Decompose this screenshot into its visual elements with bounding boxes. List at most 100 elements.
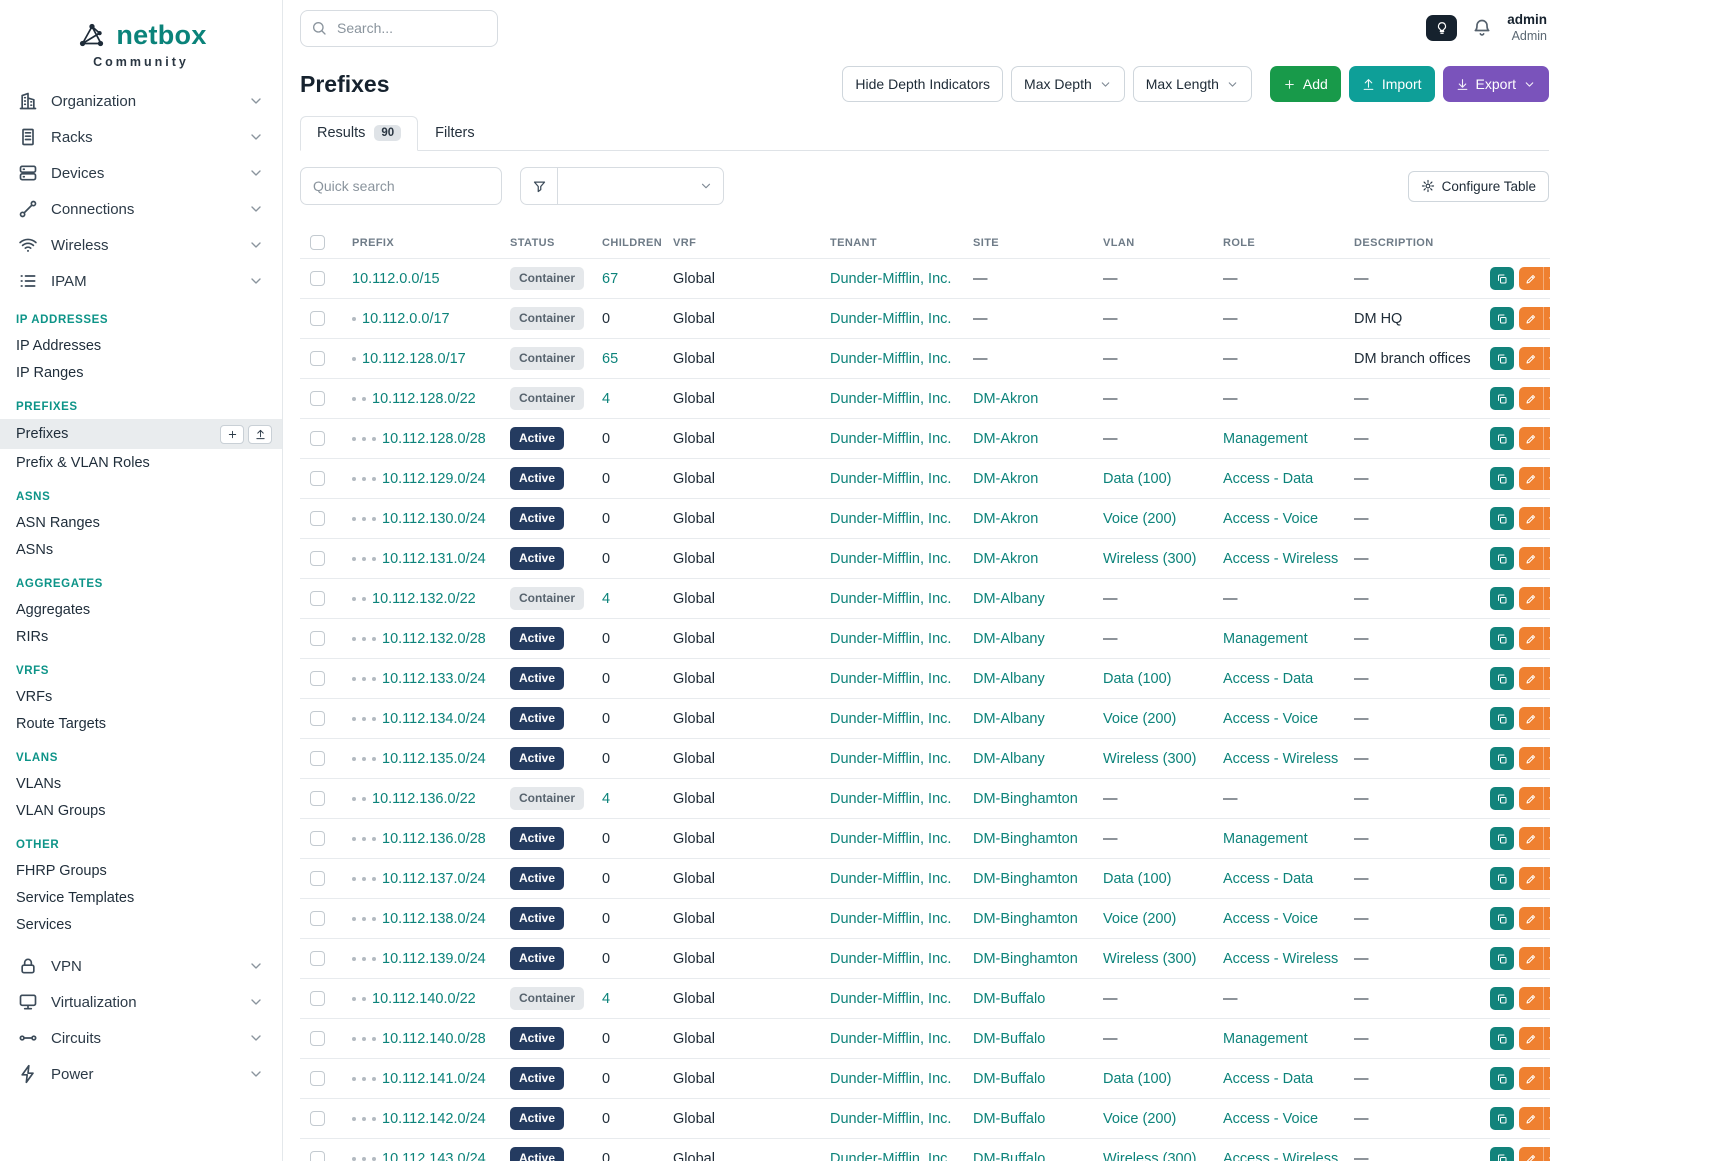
sidebar-item-virtualization[interactable]: Virtualization	[0, 984, 282, 1020]
row-edit-button[interactable]	[1519, 427, 1543, 450]
row-edit-button[interactable]	[1519, 787, 1543, 810]
sidebar-item-devices[interactable]: Devices	[0, 155, 282, 191]
row-edit-button[interactable]	[1519, 947, 1543, 970]
sidebar-item-fhrp-groups[interactable]: FHRP Groups	[0, 857, 282, 884]
row-checkbox[interactable]	[310, 631, 325, 646]
role-link[interactable]: Management	[1223, 1031, 1308, 1047]
row-edit-dropdown-button[interactable]	[1543, 1067, 1550, 1090]
row-clone-button[interactable]	[1490, 827, 1514, 850]
hide-depth-indicators-button[interactable]: Hide Depth Indicators	[842, 66, 1003, 102]
row-edit-dropdown-button[interactable]	[1543, 507, 1550, 530]
row-edit-button[interactable]	[1519, 707, 1543, 730]
row-checkbox[interactable]	[310, 391, 325, 406]
row-edit-dropdown-button[interactable]	[1543, 787, 1550, 810]
row-checkbox[interactable]	[310, 591, 325, 606]
prefix-link[interactable]: 10.112.139.0/24	[382, 951, 486, 967]
column-header-description[interactable]: DESCRIPTION	[1344, 227, 1480, 259]
tenant-link[interactable]: Dunder-Mifflin, Inc.	[830, 271, 951, 287]
max-depth-dropdown[interactable]: Max Depth	[1011, 66, 1125, 102]
row-edit-dropdown-button[interactable]	[1543, 387, 1550, 410]
row-edit-button[interactable]	[1519, 1107, 1543, 1130]
row-edit-button[interactable]	[1519, 747, 1543, 770]
add-button[interactable]: Add	[1270, 66, 1341, 102]
site-link[interactable]: DM-Akron	[973, 431, 1038, 447]
filter-button[interactable]	[520, 167, 558, 205]
sidebar-item-vlans[interactable]: VLANs	[0, 770, 282, 797]
row-edit-button[interactable]	[1519, 1147, 1543, 1161]
row-edit-button[interactable]	[1519, 987, 1543, 1010]
row-clone-button[interactable]	[1490, 747, 1514, 770]
tenant-link[interactable]: Dunder-Mifflin, Inc.	[830, 431, 951, 447]
row-edit-button[interactable]	[1519, 1027, 1543, 1050]
sidebar-item-prefixes[interactable]: Prefixes	[0, 419, 282, 449]
prefix-link[interactable]: 10.112.136.0/22	[372, 791, 476, 807]
row-edit-dropdown-button[interactable]	[1543, 547, 1550, 570]
sidebar-item-vlan-groups[interactable]: VLAN Groups	[0, 797, 282, 824]
sidebar-item-power[interactable]: Power	[0, 1056, 282, 1092]
site-link[interactable]: DM-Albany	[973, 751, 1045, 767]
row-clone-button[interactable]	[1490, 707, 1514, 730]
vlan-link[interactable]: Voice (200)	[1103, 711, 1176, 727]
sidebar-item-asns[interactable]: ASNs	[0, 536, 282, 563]
tenant-link[interactable]: Dunder-Mifflin, Inc.	[830, 951, 951, 967]
prefix-link[interactable]: 10.112.140.0/28	[382, 1031, 486, 1047]
role-link[interactable]: Access - Data	[1223, 671, 1313, 687]
row-checkbox[interactable]	[310, 791, 325, 806]
vlan-link[interactable]: Data (100)	[1103, 1071, 1172, 1087]
row-clone-button[interactable]	[1490, 467, 1514, 490]
tenant-link[interactable]: Dunder-Mifflin, Inc.	[830, 911, 951, 927]
column-header-role[interactable]: ROLE	[1213, 227, 1344, 259]
column-header-prefix[interactable]: PREFIX	[342, 227, 500, 259]
row-checkbox[interactable]	[310, 431, 325, 446]
column-header-children[interactable]: CHILDREN	[592, 227, 663, 259]
row-edit-button[interactable]	[1519, 507, 1543, 530]
row-checkbox[interactable]	[310, 911, 325, 926]
vlan-link[interactable]: Data (100)	[1103, 671, 1172, 687]
tenant-link[interactable]: Dunder-Mifflin, Inc.	[830, 391, 951, 407]
row-edit-button[interactable]	[1519, 467, 1543, 490]
row-edit-button[interactable]	[1519, 547, 1543, 570]
prefix-link[interactable]: 10.112.142.0/24	[382, 1111, 486, 1127]
row-clone-button[interactable]	[1490, 987, 1514, 1010]
sidebar-item-wireless[interactable]: Wireless	[0, 227, 282, 263]
row-clone-button[interactable]	[1490, 867, 1514, 890]
row-edit-dropdown-button[interactable]	[1543, 267, 1550, 290]
row-edit-dropdown-button[interactable]	[1543, 307, 1550, 330]
row-edit-dropdown-button[interactable]	[1543, 467, 1550, 490]
row-clone-button[interactable]	[1490, 507, 1514, 530]
sidebar-item-organization[interactable]: Organization	[0, 83, 282, 119]
row-edit-dropdown-button[interactable]	[1543, 427, 1550, 450]
sidebar-item-services[interactable]: Services	[0, 911, 282, 938]
quick-search-input[interactable]	[300, 167, 502, 205]
sidebar-item-racks[interactable]: Racks	[0, 119, 282, 155]
row-edit-button[interactable]	[1519, 387, 1543, 410]
sidebar-item-ip-addresses[interactable]: IP Addresses	[0, 332, 282, 359]
role-link[interactable]: Access - Wireless	[1223, 751, 1338, 767]
row-checkbox[interactable]	[310, 991, 325, 1006]
role-link[interactable]: Access - Data	[1223, 471, 1313, 487]
row-edit-dropdown-button[interactable]	[1543, 867, 1550, 890]
site-link[interactable]: DM-Binghamton	[973, 871, 1078, 887]
row-clone-button[interactable]	[1490, 667, 1514, 690]
tenant-link[interactable]: Dunder-Mifflin, Inc.	[830, 631, 951, 647]
row-edit-dropdown-button[interactable]	[1543, 947, 1550, 970]
prefix-link[interactable]: 10.112.0.0/15	[352, 271, 440, 287]
role-link[interactable]: Access - Data	[1223, 1071, 1313, 1087]
row-clone-button[interactable]	[1490, 1107, 1514, 1130]
tenant-link[interactable]: Dunder-Mifflin, Inc.	[830, 591, 951, 607]
sidebar-item-service-templates[interactable]: Service Templates	[0, 884, 282, 911]
site-link[interactable]: DM-Albany	[973, 591, 1045, 607]
row-clone-button[interactable]	[1490, 307, 1514, 330]
tenant-link[interactable]: Dunder-Mifflin, Inc.	[830, 831, 951, 847]
role-link[interactable]: Access - Voice	[1223, 911, 1318, 927]
global-search-input[interactable]	[300, 10, 498, 47]
children-count-link[interactable]: 4	[602, 991, 610, 1007]
vlan-link[interactable]: Voice (200)	[1103, 911, 1176, 927]
sidebar-item-vpn[interactable]: VPN	[0, 948, 282, 984]
site-link[interactable]: DM-Albany	[973, 631, 1045, 647]
tenant-link[interactable]: Dunder-Mifflin, Inc.	[830, 1071, 951, 1087]
vlan-link[interactable]: Wireless (300)	[1103, 551, 1196, 567]
sidebar-item-connections[interactable]: Connections	[0, 191, 282, 227]
column-header-tenant[interactable]: TENANT	[820, 227, 963, 259]
row-checkbox[interactable]	[310, 671, 325, 686]
